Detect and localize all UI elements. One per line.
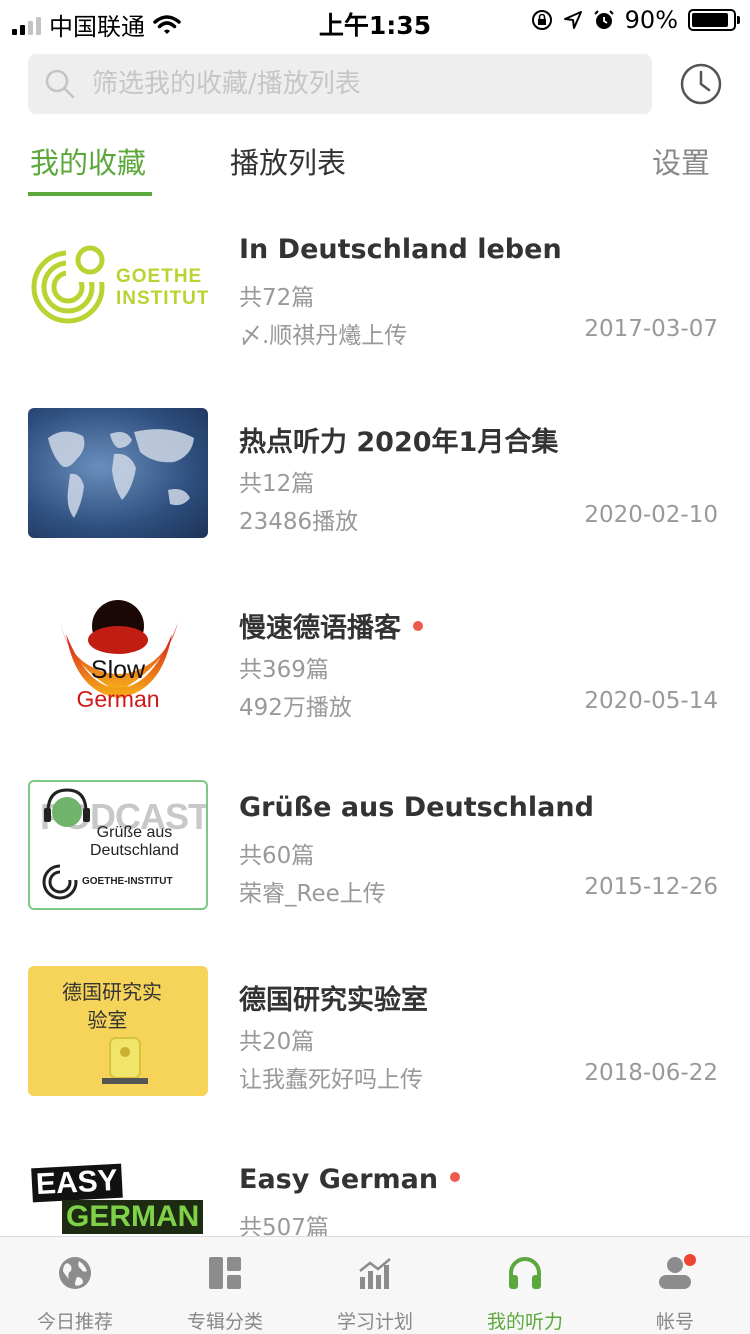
- globe-icon: [59, 1257, 91, 1289]
- item-uploader: 〆.顺祺丹爔上传: [239, 323, 408, 349]
- nav-my-listening[interactable]: 我的听力: [450, 1237, 600, 1334]
- item-uploader: 让我蠢死好吗上传: [239, 1067, 423, 1093]
- grid-icon: [209, 1257, 241, 1289]
- album-cover-world-map: [28, 408, 208, 538]
- nav-label: 学习计划: [336, 1311, 413, 1333]
- nav-label: 专辑分类: [186, 1311, 263, 1333]
- list-item[interactable]: 热点听力 2020年1月合集 共12篇 23486播放 2020-02-10: [0, 386, 750, 572]
- search-input[interactable]: [92, 69, 612, 99]
- item-title: In Deutschland leben: [239, 234, 562, 265]
- new-update-dot: [450, 1171, 461, 1182]
- item-count: 共60篇: [239, 843, 315, 869]
- item-date: 2018-06-22: [584, 1060, 718, 1086]
- album-cover-research-lab: 德国研究实 验室: [28, 966, 208, 1096]
- location-icon: [563, 11, 582, 29]
- item-title: Easy German: [239, 1164, 461, 1195]
- nav-label: 今日推荐: [36, 1311, 113, 1333]
- gruesse-logo-text: Grüße aus Deutschland: [90, 824, 179, 859]
- nav-label: 帐号: [655, 1311, 694, 1333]
- tab-bar: 我的收藏 播放列表 设置: [0, 140, 750, 196]
- item-title: 热点听力 2020年1月合集: [239, 427, 559, 458]
- search-icon: [45, 69, 75, 99]
- item-count: 共20篇: [239, 1029, 315, 1055]
- item-date: 2020-05-14: [584, 688, 718, 714]
- item-title: 慢速德语播客: [239, 606, 423, 645]
- item-title-text: 慢速德语播客: [239, 613, 401, 644]
- battery-percent: 90%: [624, 6, 678, 34]
- list-item[interactable]: GOETHE INSTITUT In Deutschland leben 共72篇…: [0, 200, 750, 386]
- nav-label: 我的听力: [486, 1311, 563, 1333]
- active-tab-indicator: [28, 192, 152, 196]
- item-date: 2020-02-10: [584, 502, 718, 528]
- alarm-icon: [593, 10, 614, 29]
- battery-icon: [688, 9, 740, 31]
- item-count: 共369篇: [239, 657, 329, 683]
- item-title: 德国研究实验室: [239, 985, 428, 1016]
- status-bar: 中国联通 上午1:35 90%: [0, 0, 750, 42]
- goethe-small-logo-text: GOETHE-INSTITUT: [82, 876, 173, 887]
- favorites-list: GOETHE INSTITUT In Deutschland leben 共72篇…: [0, 200, 750, 1316]
- research-lab-cover-text: 德国研究实 验室: [62, 980, 162, 1032]
- item-date: 2015-12-26: [584, 874, 718, 900]
- headphones-icon: [509, 1257, 541, 1289]
- album-cover-slow-german: Slow German: [28, 594, 208, 724]
- slow-german-logo-text2: German: [76, 686, 160, 712]
- list-item[interactable]: 德国研究实 验室 德国研究实验室 共20篇 让我蠢死好吗上传 2018-06-2…: [0, 944, 750, 1130]
- new-update-dot: [413, 620, 423, 631]
- rotation-lock-icon: [531, 10, 552, 30]
- nav-account[interactable]: 帐号: [600, 1237, 750, 1334]
- slow-german-logo-text: Slow: [90, 656, 146, 684]
- list-item[interactable]: PODCAST Grüße aus Deutschland GOETHE-INST…: [0, 758, 750, 944]
- item-plays: 492万播放: [239, 695, 352, 721]
- item-plays: 23486播放: [239, 509, 359, 535]
- account-notification-dot: [684, 1254, 696, 1266]
- item-count: 共12篇: [239, 471, 315, 497]
- nav-album-category[interactable]: 专辑分类: [150, 1237, 300, 1334]
- easy-german-logo-easy: EASY: [31, 1163, 123, 1203]
- tab-my-favorites[interactable]: 我的收藏: [30, 140, 146, 182]
- album-cover-gruesse: PODCAST Grüße aus Deutschland GOETHE-INST…: [28, 780, 208, 910]
- easy-german-logo-german: GERMAN: [62, 1200, 204, 1234]
- tab-playlist[interactable]: 播放列表: [230, 140, 346, 182]
- nav-study-plan[interactable]: 学习计划: [300, 1237, 450, 1334]
- item-title-text: Easy German: [239, 1164, 439, 1195]
- battery-fill: [692, 13, 728, 27]
- settings-link[interactable]: 设置: [652, 140, 710, 182]
- goethe-logo-text: GOETHE INSTITUT: [116, 266, 208, 309]
- nav-today-recommend[interactable]: 今日推荐: [0, 1237, 150, 1334]
- search-bar[interactable]: [28, 54, 652, 114]
- status-right: 90%: [531, 6, 740, 34]
- item-uploader: 荣睿_Ree上传: [239, 881, 386, 907]
- history-clock-icon[interactable]: [679, 62, 723, 106]
- list-item[interactable]: Slow German 慢速德语播客 共369篇 492万播放 2020-05-…: [0, 572, 750, 758]
- album-cover-goethe: GOETHE INSTITUT: [28, 222, 208, 352]
- bottom-tab-bar: 今日推荐 专辑分类 学习计划 我的听力 帐号: [0, 1236, 750, 1334]
- item-count: 共72篇: [239, 285, 315, 311]
- chart-icon: [359, 1258, 391, 1289]
- item-date: 2017-03-07: [584, 316, 718, 342]
- item-title: Grüße aus Deutschland: [239, 792, 594, 823]
